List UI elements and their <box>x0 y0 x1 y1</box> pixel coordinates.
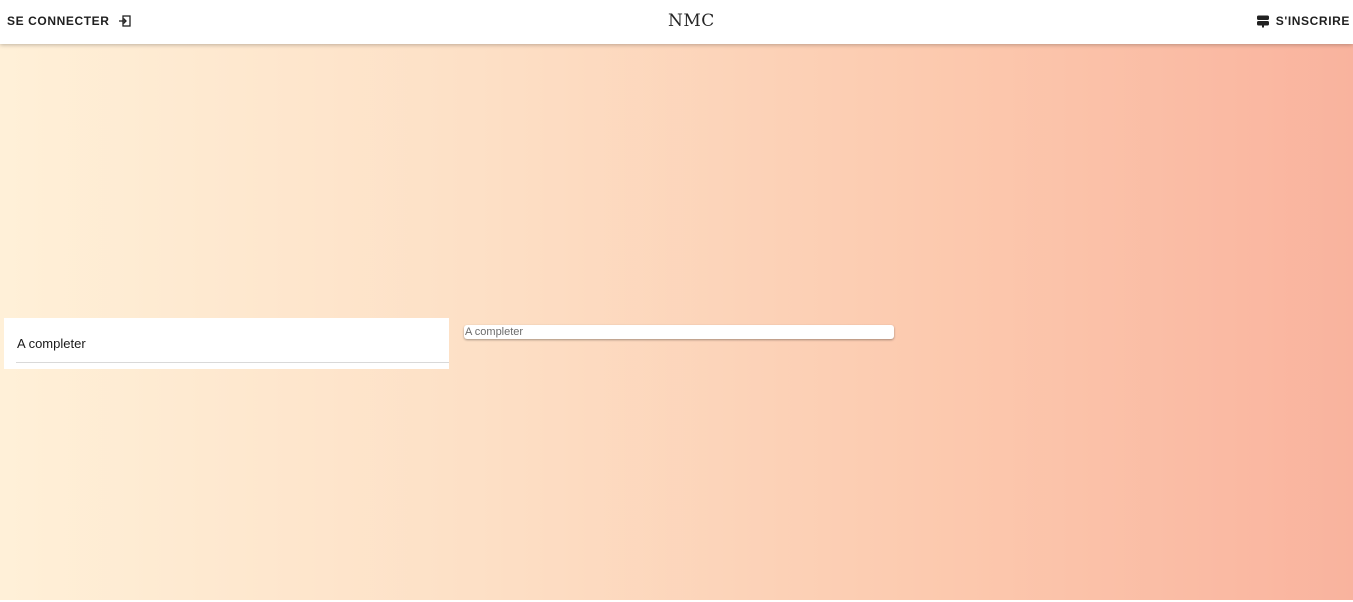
card-divider <box>16 362 449 363</box>
text-input[interactable] <box>464 325 894 339</box>
info-card: A completer <box>4 318 449 369</box>
login-button-label: SE CONNECTER <box>7 14 110 28</box>
signup-button[interactable]: S'INSCRIRE <box>1256 13 1350 29</box>
login-button[interactable]: SE CONNECTER <box>7 13 132 29</box>
signpost-icon <box>1256 14 1270 28</box>
login-arrow-icon <box>118 14 132 28</box>
brand-logo[interactable]: NMC <box>668 11 715 31</box>
signup-button-label: S'INSCRIRE <box>1275 14 1350 28</box>
card-label: A completer <box>17 336 86 351</box>
top-app-bar: SE CONNECTER NMC S'INSCRIRE <box>0 0 1353 44</box>
